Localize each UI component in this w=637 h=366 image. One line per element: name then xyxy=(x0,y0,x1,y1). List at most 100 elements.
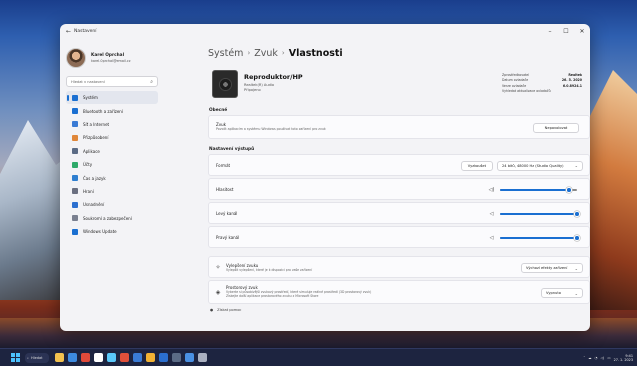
left-channel-row: Levý kanál ◁ xyxy=(208,202,590,224)
back-arrow-icon[interactable]: ← xyxy=(66,28,74,35)
breadcrumb-sound[interactable]: Zvuk xyxy=(254,48,278,59)
right-channel-label: Pravý kanál xyxy=(216,234,240,240)
sidebar-item[interactable]: Aplikace xyxy=(66,145,158,158)
right-channel-row: Pravý kanál ◁ xyxy=(208,226,590,248)
sidebar-item[interactable]: Systém xyxy=(66,91,158,105)
sidebar-item[interactable]: Windows Update xyxy=(66,225,158,238)
format-select[interactable]: 24 bitů, 48000 Hz (Studio Quality) ⌄ xyxy=(497,160,583,171)
slider-thumb[interactable] xyxy=(574,211,580,217)
volume-label: Hlasitost xyxy=(216,186,234,192)
taskbar-app-icon[interactable] xyxy=(198,353,207,362)
sidebar-item-label: Hraní xyxy=(83,188,94,194)
taskbar-app-icon[interactable] xyxy=(185,353,194,362)
sidebar-item[interactable]: Soukromí a zabezpečení xyxy=(66,212,158,225)
clock-date: 27. 1. 2023 xyxy=(613,358,633,362)
title-bar: ← Nastavení xyxy=(60,24,590,38)
help-link[interactable]: ● Získat pomoc xyxy=(210,308,590,312)
spatial-sound-select[interactable]: Vypnuto ⌄ xyxy=(541,288,583,298)
disable-device-button[interactable]: Nepovolovat xyxy=(533,122,579,133)
volume-slider[interactable]: ◁) xyxy=(487,186,577,194)
sidebar-item[interactable]: Bluetooth a zařízení xyxy=(66,104,158,117)
sidebar-item[interactable]: Hraní xyxy=(66,185,158,198)
taskbar-search[interactable]: ⌕ Hledat xyxy=(25,352,49,363)
speaker-icon[interactable]: ◁) xyxy=(600,356,604,360)
slider-fill xyxy=(500,213,577,215)
maximize-button[interactable]: ☐ xyxy=(558,24,574,38)
sound-row: Zvuk Povolit aplikacím a systému Windows… xyxy=(208,115,590,139)
taskbar-app-icon[interactable] xyxy=(94,353,103,362)
breadcrumb-separator: › xyxy=(247,49,251,57)
section-general: Obecné xyxy=(209,108,228,113)
sidebar-item[interactable]: Usnadnění xyxy=(66,198,158,211)
taskbar-app-icon[interactable] xyxy=(120,353,129,362)
breadcrumb-system[interactable]: Systém xyxy=(208,48,243,59)
sidebar-item[interactable]: Přizpůsobení xyxy=(66,131,158,144)
taskbar-app-icon[interactable] xyxy=(55,353,64,362)
taskbar-app-icon[interactable] xyxy=(159,353,168,362)
taskbar-app-icon[interactable] xyxy=(172,353,181,362)
settings-window: ← Nastavení – ☐ ✕ Karel Oprchal karel.0p… xyxy=(60,24,590,331)
channel-icon: ◁ xyxy=(489,235,494,241)
device-subtitle: Realtek(R) Audio xyxy=(244,83,275,87)
spatial-sound-row: ◈ Prostorový zvuk Vyberte si působivější… xyxy=(208,280,590,304)
enhancement-description: Vylepšit vylepšení, které je k dispozici… xyxy=(226,268,313,272)
slider-thumb[interactable] xyxy=(566,187,573,193)
taskbar-app-icon[interactable] xyxy=(68,353,77,362)
taskbar-app-icon[interactable] xyxy=(133,353,142,362)
test-button[interactable]: Vyzkoušet xyxy=(460,160,493,171)
right-channel-slider[interactable]: ◁ xyxy=(487,234,580,242)
search-placeholder: Hledat v nastavení xyxy=(71,79,105,84)
help-link-label: Získat pomoc xyxy=(217,308,242,312)
sidebar-item-label: Přizpůsobení xyxy=(83,135,109,141)
minimize-button[interactable]: – xyxy=(542,24,558,38)
user-profile[interactable]: Karel Oprchal karel.0prchal@email.cz xyxy=(66,44,158,72)
enhancement-select[interactable]: Výchozí efekty zařízení ⌄ xyxy=(521,263,583,273)
start-button-icon[interactable] xyxy=(11,353,20,362)
apps-icon xyxy=(72,148,78,155)
sidebar-item[interactable]: Účty xyxy=(66,158,158,171)
chevron-up-icon[interactable]: ˄ xyxy=(583,356,585,360)
sidebar-item[interactable]: Síť a Internet xyxy=(66,118,158,131)
close-button[interactable]: ✕ xyxy=(574,24,590,38)
avatar xyxy=(66,48,86,68)
bluetooth-icon xyxy=(72,108,78,115)
battery-icon[interactable]: ▭ xyxy=(607,356,610,360)
shield-icon xyxy=(72,215,78,222)
slider-fill xyxy=(500,189,570,191)
accessibility-icon xyxy=(72,201,78,208)
speaker-volume-icon[interactable]: ◁) xyxy=(487,187,496,193)
page-title: Vlastnosti xyxy=(288,47,343,59)
slider-track xyxy=(500,235,580,241)
sidebar-item[interactable]: Čas a jazyk xyxy=(66,171,158,184)
driver-value: 6.0.8924.1 xyxy=(562,83,582,88)
sound-label: Zvuk xyxy=(216,121,226,127)
left-channel-slider[interactable]: ◁ xyxy=(487,210,580,218)
driver-info: Zprostředkovatel Realtek Datum ovladače 26… xyxy=(502,73,582,95)
sidebar: Karel Oprchal karel.0prchal@email.cz Hle… xyxy=(60,38,164,331)
search-input[interactable]: Hledat v nastavení ⌕ xyxy=(66,76,158,87)
cloud-icon[interactable]: ☁ xyxy=(588,356,591,360)
sidebar-item-label: Síť a Internet xyxy=(83,121,110,127)
device-header: Reproduktor/HP Realtek(R) Audio Připojen… xyxy=(208,70,590,100)
globe-clock-icon xyxy=(72,175,78,182)
wifi-icon[interactable]: ◔ xyxy=(594,356,597,360)
sidebar-item-label: Čas a jazyk xyxy=(83,175,106,181)
spatial-sound-description: Vyberte si působivější zvukový prostředí… xyxy=(226,290,466,298)
spatial-store-link[interactable]: Získejte další aplikace prostorového zvu… xyxy=(226,294,466,298)
clock[interactable]: 9:41 27. 1. 2023 xyxy=(614,354,633,362)
user-email: karel.0prchal@email.cz xyxy=(91,59,131,63)
enhancement-value: Výchozí efekty zařízení xyxy=(526,266,568,270)
driver-update-link[interactable]: Vyhledat aktualizace ovladačů xyxy=(502,89,551,94)
taskbar-app-icon[interactable] xyxy=(81,353,90,362)
help-icon: ● xyxy=(210,308,214,312)
format-value: 24 bitů, 48000 Hz (Studio Quality) xyxy=(502,163,564,168)
taskbar: ⌕ Hledat ˄ ☁ ◔ ◁) ▭ 9:41 27. 1. 2023 xyxy=(0,348,637,366)
window-controls: – ☐ ✕ xyxy=(542,24,590,38)
sidebar-item-label: Systém xyxy=(83,95,98,101)
breadcrumb-separator: › xyxy=(281,49,285,57)
device-name: Reproduktor/HP xyxy=(244,73,303,81)
spatial-sound-icon: ◈ xyxy=(215,289,221,296)
taskbar-app-icon[interactable] xyxy=(146,353,155,362)
taskbar-app-icon[interactable] xyxy=(107,353,116,362)
slider-thumb[interactable] xyxy=(574,235,580,241)
